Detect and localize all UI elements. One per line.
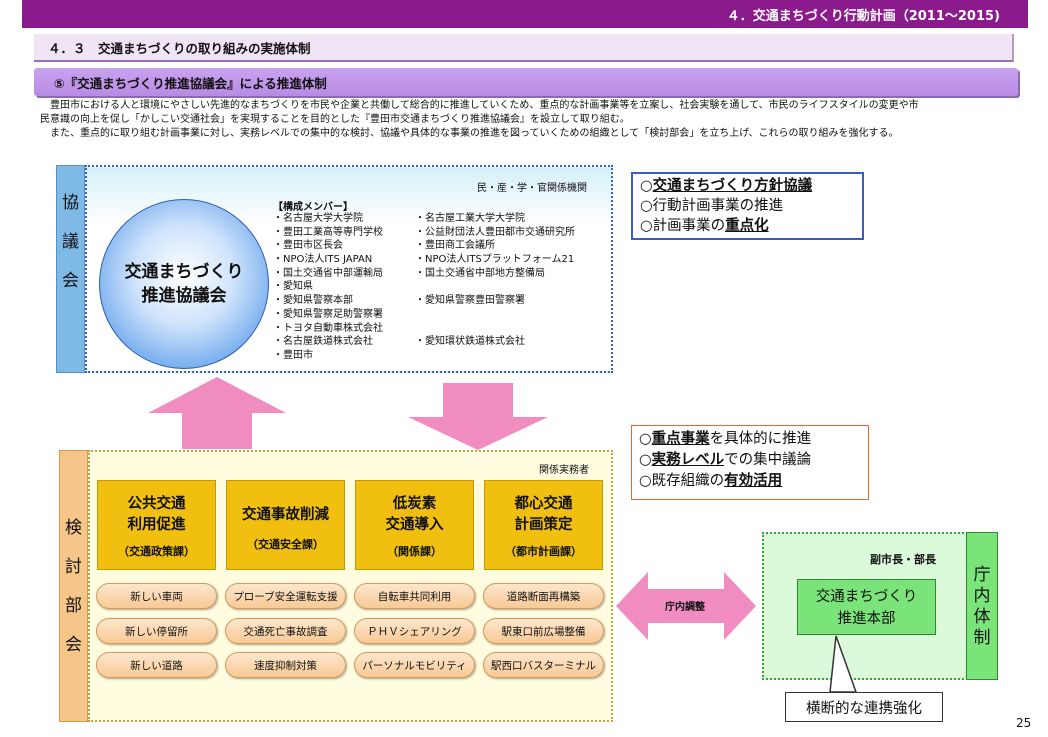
subsection-title: ⑤『交通まちづくり推進協議会』による推進体制: [54, 75, 327, 91]
member-item: ・愛知県警察本部: [273, 295, 353, 307]
project-pill: 新しい車両: [96, 583, 217, 609]
coordination-label: 庁内調整: [665, 602, 705, 613]
callout-item: ○行動計画事業の推進: [640, 198, 784, 214]
project-pill: 新しい道路: [96, 652, 217, 678]
member-item: ・豊田市: [273, 349, 313, 361]
council-name-line-1: 交通まちづくり: [124, 262, 244, 282]
government-tab-char: 内: [973, 586, 991, 606]
member-item: ・愛知県警察足助警察署: [273, 308, 383, 320]
member-item: ・NPO法人ITS JAPAN: [273, 254, 373, 266]
government-tab-char: 体: [973, 607, 991, 627]
member-item: ・愛知県: [273, 281, 313, 293]
member-item: [415, 308, 608, 322]
government-tab: 庁 内 体 制: [966, 532, 998, 680]
review-tab-char: 会: [65, 635, 82, 655]
liaison-callout: 横断的な連携強化: [785, 692, 943, 722]
member-item: ・NPO法人ITSプラットフォーム21: [415, 254, 575, 266]
review-callout: ○重点事業を具体的に推進 ○実務レベルでの集中議論 ○既存組織の有効活用: [631, 425, 869, 500]
review-box: 関係実務者 公共交通 利用促進 （交通政策課） 交通事故削減 （交通安全課） 低炭…: [88, 450, 613, 722]
review-header: 関係実務者: [539, 465, 589, 476]
project-pill: ＰＨＶシェアリング: [354, 618, 475, 644]
member-item: ・豊田商工会議所: [415, 240, 495, 252]
member-item: ・名古屋大学大学院: [273, 213, 363, 224]
government-header: 副市長・部長: [870, 553, 936, 566]
callout-item: ○実務レベルでの集中議論: [639, 452, 812, 468]
member-item: ・トヨタ自動車株式会社: [273, 322, 383, 334]
government-tab-char: 制: [973, 628, 991, 648]
project-pill: 駅西口バスターミナル: [483, 652, 604, 678]
header-band: ４．交通まちづくり行動計画（2011～2015): [22, 0, 1028, 28]
member-item: [415, 349, 608, 363]
council-tab: 協 議 会: [56, 165, 85, 373]
liaison-pointer: [829, 635, 858, 693]
project-pill: 速度抑制対策: [225, 652, 346, 678]
intro-line-2: 民意識の向上を促し「かしこい交通社会」を実現することを目的とした『豊田市交通まち…: [40, 114, 630, 125]
page-number: 25: [1016, 716, 1032, 730]
dept-box-public-transport: 公共交通 利用促進 （交通政策課）: [97, 480, 216, 570]
member-item: ・豊田工業高等専門学校: [273, 226, 383, 238]
callout-item: ○計画事業の重点化: [640, 218, 769, 234]
review-tab-char: 検: [65, 518, 82, 538]
member-item: ・公益財団法人豊田都市交通研究所: [415, 226, 575, 238]
dept-box-low-carbon: 低炭素 交通導入 （関係課）: [355, 480, 474, 570]
member-item: ・愛知環状鉄道株式会社: [415, 336, 525, 348]
callout-item: ○重点事業を具体的に推進: [639, 431, 812, 447]
promotion-headquarters-box: 交通まちづくり 推進本部: [797, 579, 936, 635]
project-pill: 駅東口前広場整備: [483, 618, 604, 644]
council-tab-char: 議: [62, 232, 79, 252]
council-callout: ○交通まちづくり方針協議 ○行動計画事業の推進 ○計画事業の重点化: [631, 172, 864, 240]
member-item: ・名古屋鉄道株式会社: [273, 336, 373, 348]
member-item: ・豊田市区長会: [273, 240, 343, 252]
members-title: 【構成メンバー】: [273, 202, 353, 213]
member-item: ・愛知県警察豊田警察署: [415, 295, 525, 307]
members-list: ・名古屋大学大学院 ・名古屋工業大学大学院・豊田工業高等専門学校 ・公益財団法人豊田…: [273, 212, 608, 363]
government-tab-char: 庁: [973, 565, 991, 585]
council-circle: 交通まちづくり 推進協議会: [99, 199, 269, 369]
section-title: ４．３ 交通まちづくりの取り組みの実施体制: [48, 40, 311, 56]
council-tab-char: 協: [62, 193, 79, 213]
review-tab-char: 討: [65, 557, 82, 577]
project-pill: プローブ安全運転支援: [225, 583, 346, 609]
member-item: [415, 322, 608, 336]
council-header: 民・産・学・官関係機関: [477, 183, 587, 194]
subsection-heading: ⑤『交通まちづくり推進協議会』による推進体制: [34, 68, 1018, 96]
project-pill: 交通死亡事故調査: [225, 618, 346, 644]
intro-line-3: また、重点的に取り組む計画事業に対し、実務レベルでの集中的な検討、協議や具体的な…: [40, 128, 899, 139]
dept-box-urban-planning: 都心交通 計画策定 （都市計画課）: [484, 480, 603, 570]
intro-line-1: 豊田市における人と環境にやさしい先進的なまちづくりを市民や企業と共働して総合的に…: [40, 100, 919, 111]
header-title: ４．交通まちづくり行動計画（2011～2015): [726, 8, 1000, 24]
intro-text: 豊田市における人と環境にやさしい先進的なまちづくりを市民や企業と共働して総合的に…: [40, 99, 1015, 141]
member-item: ・名古屋工業大学大学院: [415, 213, 525, 224]
liaison-label: 横断的な連携強化: [806, 700, 922, 717]
dept-box-accident-reduction: 交通事故削減 （交通安全課）: [226, 480, 345, 570]
section-heading: ４．３ 交通まちづくりの取り組みの実施体制: [34, 34, 1014, 62]
callout-item: ○交通まちづくり方針協議: [640, 178, 813, 194]
council-tab-char: 会: [62, 271, 79, 291]
project-pill: 新しい停留所: [96, 618, 217, 644]
member-item: [415, 280, 608, 294]
member-item: ・国土交通省中部地方整備局: [415, 267, 545, 279]
review-tab-char: 部: [65, 596, 82, 616]
project-pill: パーソナルモビリティ: [354, 652, 475, 678]
up-arrow: [148, 377, 286, 449]
down-arrow: [408, 383, 548, 450]
project-pill: 道路断面再構築: [483, 583, 604, 609]
project-pill: 自転車共同利用: [354, 583, 475, 609]
council-box: 民・産・学・官関係機関 交通まちづくり 推進協議会 【構成メンバー】 ・名古屋大…: [85, 165, 613, 373]
callout-item: ○既存組織の有効活用: [639, 473, 783, 489]
member-item: ・国土交通省中部運輸局: [273, 267, 383, 279]
review-tab: 検 討 部 会: [59, 450, 88, 722]
council-name-line-2: 推進協議会: [141, 286, 227, 306]
